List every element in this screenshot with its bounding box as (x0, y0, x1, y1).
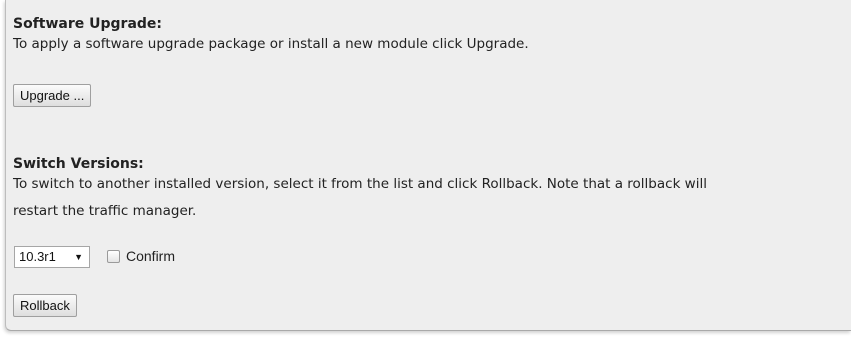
version-select-value: 10.3r1 (19, 249, 56, 264)
upgrade-button[interactable]: Upgrade ... (13, 84, 92, 107)
confirm-checkbox[interactable] (107, 250, 120, 263)
version-select[interactable]: 10.3r1 ▼ (14, 246, 90, 268)
confirm-label[interactable]: Confirm (126, 245, 175, 267)
triangle-down-icon: ▼ (74, 252, 83, 262)
software-upgrade-description: To apply a software upgrade package or i… (13, 36, 529, 52)
switch-versions-heading: Switch Versions: (13, 156, 144, 172)
switch-versions-description-line1: To switch to another installed version, … (13, 176, 707, 192)
software-upgrade-heading: Software Upgrade: (13, 16, 163, 32)
software-settings-panel: Software Upgrade: To apply a software up… (5, 0, 851, 331)
rollback-button[interactable]: Rollback (13, 294, 77, 317)
switch-versions-description-line2: restart the traffic manager. (13, 203, 197, 219)
